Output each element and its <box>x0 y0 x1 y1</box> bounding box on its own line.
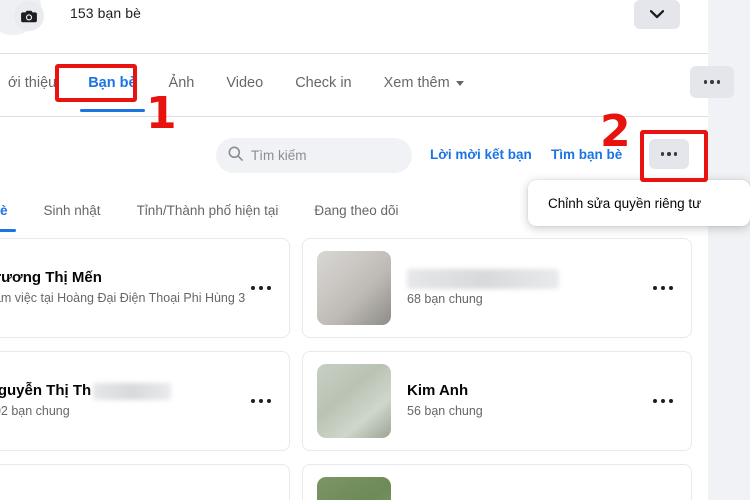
tab-video[interactable]: Video <box>210 54 279 112</box>
friend-subtitle: 68 bạn chung <box>407 291 483 306</box>
tab-check-in[interactable]: Check in <box>279 54 367 112</box>
chevron-down-icon <box>455 80 464 86</box>
chevron-down-icon[interactable] <box>634 0 680 29</box>
subtab-ban-be[interactable]: è <box>0 188 26 232</box>
tab-label: Xem thêm <box>383 75 450 91</box>
privacy-dropdown-menu[interactable]: Chỉnh sửa quyền riêng tư <box>528 180 750 226</box>
friends-grid: Trương Thị Mến Làm việc tại Hoàng Đại Đi… <box>0 238 708 500</box>
friend-name[interactable] <box>407 268 649 289</box>
annotation-box-2 <box>640 130 708 182</box>
ellipsis-dot <box>267 399 271 403</box>
annotation-number-1: 1 <box>146 88 177 139</box>
friend-name-text: Nguyễn Thị Th <box>0 382 92 400</box>
friend-info: Kim Anh 56 bạn chung <box>407 382 649 420</box>
friends-column-left: Trương Thị Mến Làm việc tại Hoàng Đại Đi… <box>0 238 290 500</box>
friend-card[interactable]: Trương Thị Mến Làm việc tại Hoàng Đại Đi… <box>0 238 290 338</box>
subtab-label: Tỉnh/Thành phố hiện tại <box>136 202 279 218</box>
ellipsis-dot <box>653 286 657 290</box>
ellipsis-dot <box>669 399 673 403</box>
friend-card[interactable] <box>302 464 692 500</box>
blurred-name-redaction <box>407 268 559 289</box>
tab-label: ới thiệu <box>8 75 57 91</box>
search-placeholder: Tìm kiếm <box>251 148 307 163</box>
ellipsis-dot <box>703 80 708 84</box>
friend-count-label: 153 bạn bè <box>70 5 142 21</box>
active-subtab-underline <box>0 229 16 232</box>
friend-subtitle: 102 bạn chung <box>0 403 70 418</box>
ellipsis-dot <box>259 399 263 403</box>
friends-column-right: 68 bạn chung Kim Anh 56 bạn chung <box>302 238 692 500</box>
search-icon <box>228 146 243 166</box>
ellipsis-dot <box>669 286 673 290</box>
friend-card[interactable]: Kim Anh 56 bạn chung <box>302 351 692 451</box>
friend-avatar[interactable] <box>317 364 391 438</box>
camera-icon[interactable] <box>14 1 44 31</box>
friend-info: Trương Thị Mến Làm việc tại Hoàng Đại Đi… <box>0 269 247 307</box>
ellipsis-dot <box>267 286 271 290</box>
blurred-name-redaction <box>93 382 172 400</box>
ellipsis-dot <box>259 286 263 290</box>
subtab-sinh-nhat[interactable]: Sinh nhật <box>26 188 119 232</box>
tab-label: Check in <box>295 75 352 91</box>
menu-item-edit-privacy[interactable]: Chỉnh sửa quyền riêng tư <box>548 196 701 211</box>
profile-header: 153 bạn bè <box>0 0 708 52</box>
friend-card[interactable] <box>0 464 290 500</box>
ellipsis-dot <box>710 80 714 84</box>
profile-more-button[interactable] <box>690 66 734 98</box>
subtab-tinh-thanh-pho[interactable]: Tỉnh/Thành phố hiện tại <box>119 188 297 232</box>
active-tab-underline <box>80 109 145 112</box>
ellipsis-dot <box>251 399 255 403</box>
friend-subtitle: 56 bạn chung <box>407 403 483 418</box>
subtab-label: è <box>0 202 8 218</box>
annotation-box-1 <box>55 64 137 102</box>
subtab-label: Sinh nhật <box>43 202 101 218</box>
annotation-number-2: 2 <box>600 106 631 157</box>
friend-name[interactable]: Trương Thị Mến <box>0 269 247 288</box>
ellipsis-dot <box>661 399 665 403</box>
facebook-friends-page: 153 bạn bè ới thiệu Bạn bè Ảnh Video Che… <box>0 0 750 500</box>
subtab-dang-theo-doi[interactable]: Đang theo dõi <box>296 188 416 232</box>
ellipsis-dot <box>653 399 657 403</box>
friend-requests-link[interactable]: Lời mời kết bạn <box>430 147 532 162</box>
tab-xem-them[interactable]: Xem thêm <box>368 54 480 112</box>
ellipsis-dot <box>716 80 721 84</box>
friend-more-button[interactable] <box>247 278 275 298</box>
ellipsis-dot <box>661 286 665 290</box>
friend-info: Nguyễn Thị Th 102 bạn chung <box>0 382 247 420</box>
subtab-list: è Sinh nhật Tỉnh/Thành phố hiện tại Đang… <box>0 188 417 232</box>
friend-info: 68 bạn chung <box>407 268 649 308</box>
friend-name[interactable]: Kim Anh <box>407 382 649 401</box>
friend-avatar[interactable] <box>317 477 391 500</box>
friend-subtitle: Làm việc tại Hoàng Đại Điện Thoại Phi Hù… <box>0 290 246 305</box>
friend-more-button[interactable] <box>649 278 677 298</box>
search-input[interactable]: Tìm kiếm <box>216 138 412 173</box>
friend-name[interactable]: Nguyễn Thị Th <box>0 382 247 401</box>
subtab-label: Đang theo dõi <box>314 202 399 218</box>
friend-more-button[interactable] <box>247 391 275 411</box>
ellipsis-dot <box>251 286 255 290</box>
friend-card[interactable]: Nguyễn Thị Th 102 bạn chung <box>0 351 290 451</box>
friend-avatar[interactable] <box>317 251 391 325</box>
friend-card[interactable]: 68 bạn chung <box>302 238 692 338</box>
friend-more-button[interactable] <box>649 391 677 411</box>
tab-label: Video <box>226 75 264 91</box>
